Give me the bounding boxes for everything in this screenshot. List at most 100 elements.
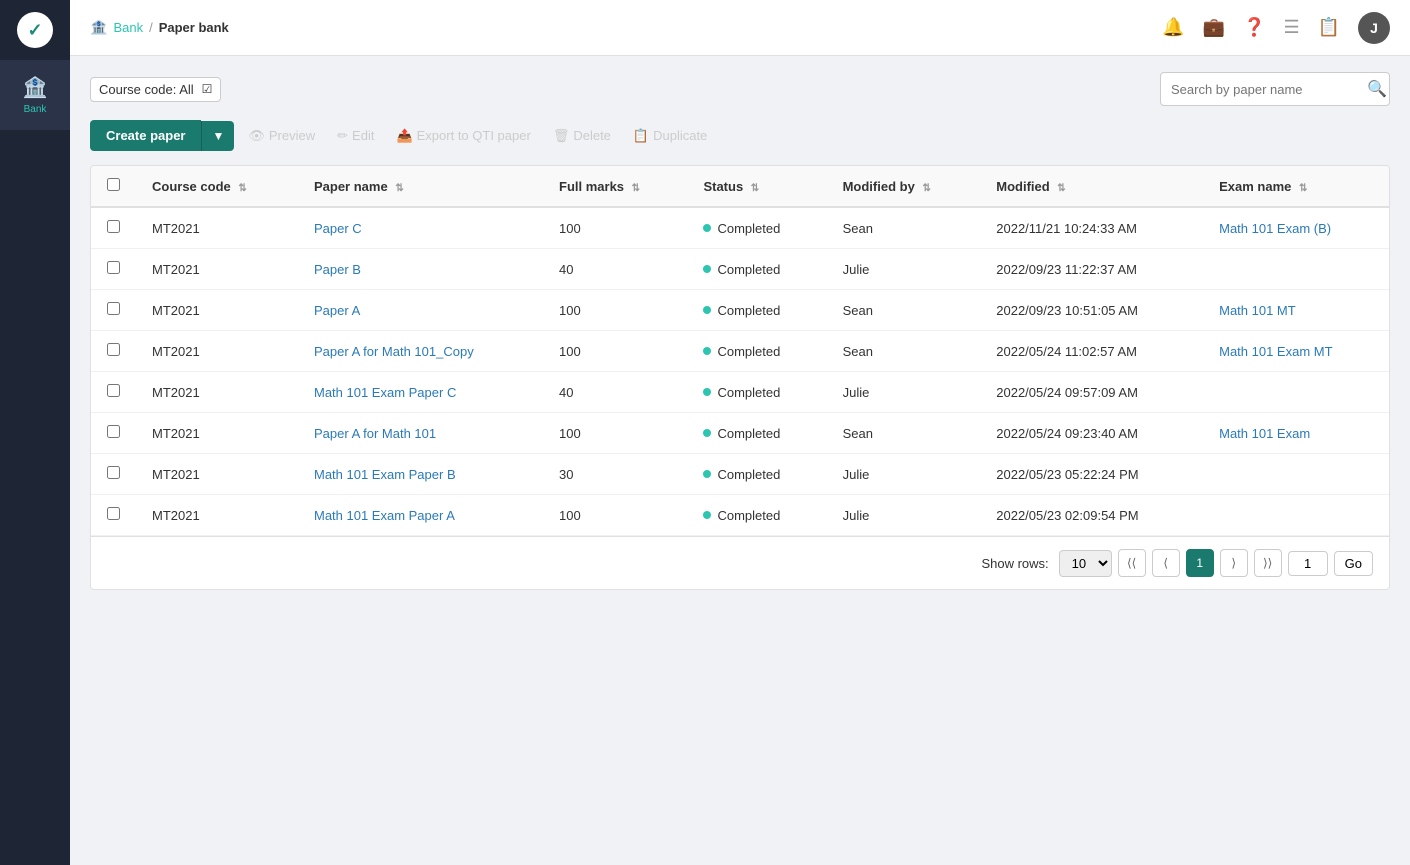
row-checkbox-cell[interactable] [91,207,136,249]
table-header-row: Course code ⇅ Paper name ⇅ Full marks ⇅ … [91,166,1389,207]
breadcrumb-parent[interactable]: Bank [113,20,143,35]
row-exam-name: Math 101 Exam [1203,413,1389,454]
course-filter-checkbox-icon: ☑ [202,82,213,96]
row-modified: 2022/09/23 11:22:37 AM [980,249,1203,290]
prev-page-button[interactable]: ⟨ [1152,549,1180,577]
delete-button[interactable]: 🗑 Delete [545,124,619,148]
table-row: MT2021 Paper A 100 Completed Sean 2022/0… [91,290,1389,331]
row-modified: 2022/05/24 11:02:57 AM [980,331,1203,372]
status-label: Completed [717,262,780,277]
row-full-marks: 40 [543,372,687,413]
create-paper-button[interactable]: Create paper [90,120,201,151]
create-paper-group: Create paper ▼ [90,120,234,151]
row-checkbox-cell[interactable] [91,454,136,495]
select-all-header[interactable] [91,166,136,207]
row-checkbox[interactable] [107,261,120,274]
briefcase-icon[interactable]: 💼 [1203,17,1225,38]
row-checkbox[interactable] [107,302,120,315]
first-page-button[interactable]: ⟨⟨ [1118,549,1146,577]
row-exam-name [1203,249,1389,290]
notification-icon[interactable]: 🔔 [1162,17,1184,38]
row-checkbox[interactable] [107,425,120,438]
row-full-marks: 100 [543,290,687,331]
row-status: Completed [687,331,826,372]
row-paper-name[interactable]: Paper A for Math 101_Copy [298,331,543,372]
row-course-code: MT2021 [136,290,298,331]
exam-link[interactable]: Math 101 MT [1219,303,1296,318]
breadcrumb-current: Paper bank [159,20,229,35]
toolbar: Create paper ▼ 👁 Preview ✏ Edit 📤 Export… [90,120,1390,151]
row-paper-name[interactable]: Paper A for Math 101 [298,413,543,454]
row-checkbox-cell[interactable] [91,495,136,536]
topbar: Course code: All ☑ 🔍 [90,72,1390,106]
row-status: Completed [687,454,826,495]
rows-per-page-select[interactable]: 10 20 50 [1059,550,1112,577]
select-all-checkbox[interactable] [107,178,120,191]
row-checkbox-cell[interactable] [91,413,136,454]
bank-icon: 🏦 [23,75,48,100]
row-checkbox[interactable] [107,507,120,520]
papers-table-container: Course code ⇅ Paper name ⇅ Full marks ⇅ … [90,165,1390,590]
table-row: MT2021 Math 101 Exam Paper C 40 Complete… [91,372,1389,413]
row-checkbox-cell[interactable] [91,290,136,331]
sort-icon-modified-by[interactable]: ⇅ [922,183,930,194]
table-row: MT2021 Math 101 Exam Paper A 100 Complet… [91,495,1389,536]
row-modified-by: Sean [827,413,981,454]
export-button[interactable]: 📤 Export to QTI paper [388,124,538,148]
exam-link[interactable]: Math 101 Exam MT [1219,344,1332,359]
sort-icon-status[interactable]: ⇅ [751,183,759,194]
breadcrumb-separator: / [149,20,153,35]
page-jump-input[interactable] [1288,551,1328,576]
row-checkbox-cell[interactable] [91,249,136,290]
course-filter[interactable]: Course code: All ☑ [90,77,221,102]
row-checkbox-cell[interactable] [91,331,136,372]
user-avatar[interactable]: J [1358,12,1390,44]
sort-icon-paper[interactable]: ⇅ [395,183,403,194]
row-checkbox-cell[interactable] [91,372,136,413]
row-checkbox[interactable] [107,220,120,233]
preview-button[interactable]: 👁 Preview [240,124,323,148]
row-status: Completed [687,372,826,413]
row-paper-name[interactable]: Paper B [298,249,543,290]
row-checkbox[interactable] [107,384,120,397]
row-checkbox[interactable] [107,343,120,356]
current-page-button[interactable]: 1 [1186,549,1214,577]
sort-icon-marks[interactable]: ⇅ [632,183,640,194]
row-paper-name[interactable]: Math 101 Exam Paper C [298,372,543,413]
exam-link[interactable]: Math 101 Exam [1219,426,1310,441]
col-course-code: Course code ⇅ [136,166,298,207]
sidebar-item-bank[interactable]: 🏦 Bank [0,60,70,130]
list-icon[interactable]: ☰ [1283,17,1299,38]
help-icon[interactable]: ❓ [1243,17,1265,38]
row-full-marks: 40 [543,249,687,290]
row-course-code: MT2021 [136,495,298,536]
sort-icon-modified[interactable]: ⇅ [1057,183,1065,194]
next-page-button[interactable]: ⟩ [1220,549,1248,577]
last-page-button[interactable]: ⟩⟩ [1254,549,1282,577]
exam-link[interactable]: Math 101 Exam (B) [1219,221,1331,236]
row-course-code: MT2021 [136,207,298,249]
row-checkbox[interactable] [107,466,120,479]
edit-button[interactable]: ✏ Edit [329,124,382,148]
search-input[interactable] [1161,76,1357,103]
table-row: MT2021 Math 101 Exam Paper B 30 Complete… [91,454,1389,495]
breadcrumb-icon: 🏦 [90,19,107,36]
app-logo[interactable]: ✓ [0,0,70,60]
row-paper-name[interactable]: Paper C [298,207,543,249]
content-area: Course code: All ☑ 🔍 Create paper ▼ 👁 Pr… [70,56,1410,865]
document-icon[interactable]: 📋 [1318,17,1340,38]
duplicate-button[interactable]: 📋 Duplicate [625,124,715,148]
row-paper-name[interactable]: Math 101 Exam Paper B [298,454,543,495]
row-paper-name[interactable]: Math 101 Exam Paper A [298,495,543,536]
sort-icon-course[interactable]: ⇅ [238,183,246,194]
status-dot [703,224,711,232]
sort-icon-exam[interactable]: ⇅ [1299,183,1307,194]
search-button[interactable]: 🔍 [1357,73,1390,105]
create-paper-dropdown[interactable]: ▼ [201,121,234,151]
row-modified-by: Julie [827,495,981,536]
sidebar-item-label: Bank [24,104,47,115]
row-modified: 2022/09/23 10:51:05 AM [980,290,1203,331]
row-paper-name[interactable]: Paper A [298,290,543,331]
go-button[interactable]: Go [1334,551,1373,576]
row-exam-name: Math 101 Exam (B) [1203,207,1389,249]
